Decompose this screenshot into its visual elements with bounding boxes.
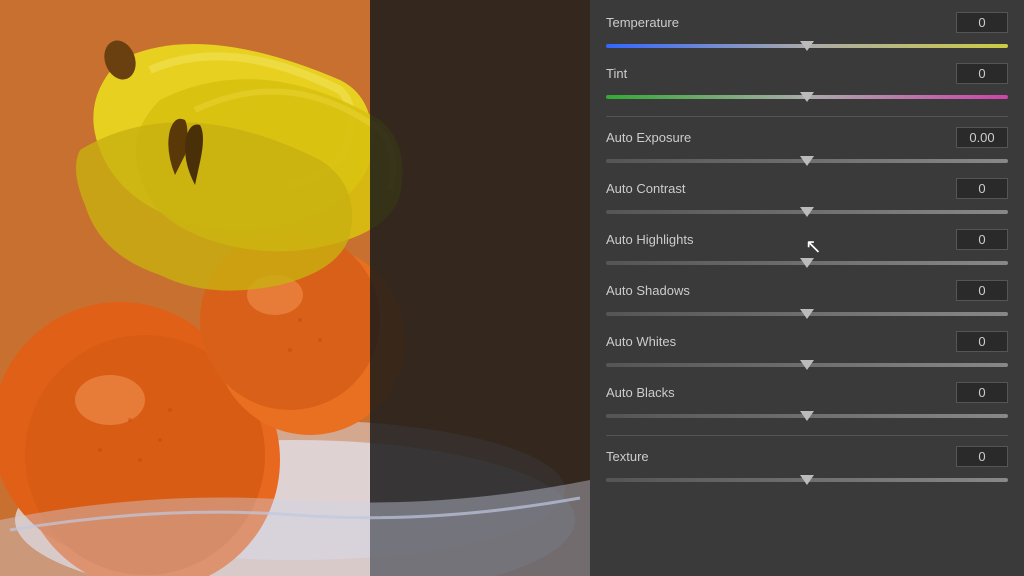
auto-contrast-control: Auto Contrast 0 [606,178,1008,221]
auto-exposure-slider-container[interactable] [606,152,1008,170]
auto-contrast-thumb[interactable] [800,207,814,217]
temperature-control: Temperature 0 [606,12,1008,55]
auto-shadows-thumb[interactable] [800,309,814,319]
temperature-thumb[interactable] [800,41,814,51]
auto-shadows-slider-container[interactable] [606,305,1008,323]
auto-shadows-control: Auto Shadows 0 [606,280,1008,323]
tint-slider-container[interactable] [606,88,1008,106]
tint-value[interactable]: 0 [956,63,1008,84]
fruit-image [0,0,590,576]
auto-contrast-value[interactable]: 0 [956,178,1008,199]
texture-label: Texture [606,449,649,464]
auto-whites-slider-container[interactable] [606,356,1008,374]
divider-2 [606,435,1008,436]
auto-contrast-label: Auto Contrast [606,181,686,196]
auto-exposure-value[interactable]: 0.00 [956,127,1008,148]
temperature-slider-container[interactable] [606,37,1008,55]
auto-highlights-label: Auto Highlights [606,232,693,247]
tint-label: Tint [606,66,627,81]
texture-value[interactable]: 0 [956,446,1008,467]
texture-slider-container[interactable] [606,471,1008,489]
image-panel [0,0,590,576]
auto-contrast-slider-container[interactable] [606,203,1008,221]
tint-control: Tint 0 [606,63,1008,106]
auto-highlights-thumb[interactable] [800,258,814,268]
auto-blacks-thumb[interactable] [800,411,814,421]
auto-blacks-value[interactable]: 0 [956,382,1008,403]
auto-whites-value[interactable]: 0 [956,331,1008,352]
temperature-label: Temperature [606,15,679,30]
auto-shadows-value[interactable]: 0 [956,280,1008,301]
controls-panel: Temperature 0 Tint 0 Auto Exposure 0.00 [590,0,1024,576]
auto-highlights-control: Auto Highlights 0 ↖ [606,229,1008,272]
tint-thumb[interactable] [800,92,814,102]
temperature-value[interactable]: 0 [956,12,1008,33]
auto-highlights-value[interactable]: 0 [956,229,1008,250]
auto-shadows-label: Auto Shadows [606,283,690,298]
auto-blacks-label: Auto Blacks [606,385,675,400]
auto-whites-label: Auto Whites [606,334,676,349]
texture-thumb[interactable] [800,475,814,485]
auto-whites-thumb[interactable] [800,360,814,370]
auto-exposure-thumb[interactable] [800,156,814,166]
divider-1 [606,116,1008,117]
auto-exposure-control: Auto Exposure 0.00 [606,127,1008,170]
auto-exposure-label: Auto Exposure [606,130,691,145]
auto-blacks-control: Auto Blacks 0 [606,382,1008,425]
auto-highlights-slider-container[interactable]: ↖ [606,254,1008,272]
auto-blacks-slider-container[interactable] [606,407,1008,425]
texture-control: Texture 0 [606,446,1008,489]
auto-whites-control: Auto Whites 0 [606,331,1008,374]
